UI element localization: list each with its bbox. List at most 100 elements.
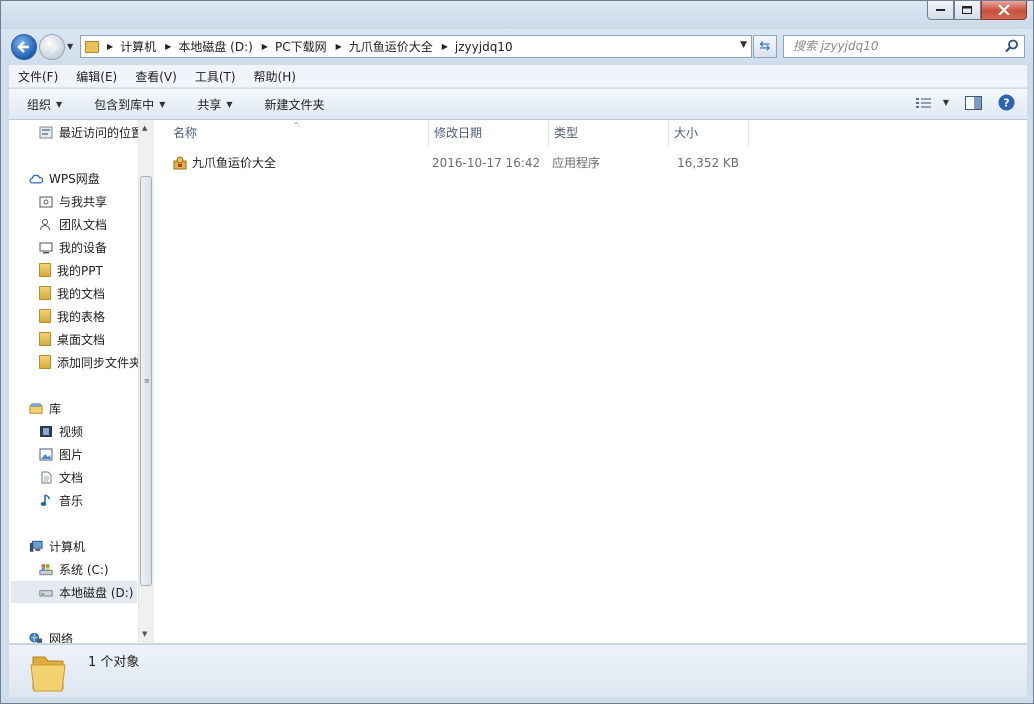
recent-pages-dropdown[interactable]: ▼ [67, 42, 73, 51]
grip-icon: ≡ [144, 377, 150, 385]
sidebar-item-label: 图片 [59, 447, 84, 462]
sidebar-item-my-devices[interactable]: 我的设备 [39, 236, 107, 258]
menu-view[interactable]: 查看(V) [126, 68, 186, 85]
column-header-name[interactable]: ⌃ 名称 [155, 120, 429, 147]
search-input[interactable]: 搜索 jzyyjdq10 [783, 35, 1025, 58]
sidebar-item-label: 文档 [59, 470, 84, 485]
sidebar-item-drive-c[interactable]: 系统 (C:) [39, 558, 109, 580]
sidebar-item-add-sync-folder[interactable]: 添加同步文件夹 [39, 351, 141, 373]
title-bar [1, 1, 1033, 29]
recent-places-icon [39, 126, 53, 138]
close-button[interactable] [981, 1, 1027, 20]
organize-button[interactable]: 组织 ▼ [9, 96, 76, 113]
breadcrumb-segment[interactable]: PC下载网 [275, 38, 327, 55]
column-header-size[interactable]: 大小 [669, 120, 749, 147]
folder-icon [39, 286, 51, 300]
sidebar-scrollbar[interactable]: ▲ ≡ ▼ [138, 120, 153, 643]
menu-file[interactable]: 文件(F) [9, 68, 67, 85]
forward-button[interactable] [39, 34, 65, 60]
sidebar-item-label: 我的PPT [57, 263, 103, 278]
sidebar-item-recent[interactable]: 最近访问的位置 [39, 121, 143, 143]
scroll-up-icon[interactable]: ▲ [142, 124, 147, 132]
chevron-right-icon[interactable]: ▶ [336, 42, 342, 51]
include-in-library-button[interactable]: 包含到库中 ▼ [76, 96, 179, 113]
system-drive-icon [39, 563, 53, 575]
sidebar-item-music[interactable]: 音乐 [39, 489, 83, 511]
new-folder-button[interactable]: 新建文件夹 [247, 96, 339, 113]
include-library-label: 包含到库中 [94, 97, 155, 112]
sidebar-item-documents[interactable]: 文档 [39, 466, 83, 488]
sidebar-item-desktop-docs[interactable]: 桌面文档 [39, 328, 105, 350]
share-button[interactable]: 共享 ▼ [179, 96, 246, 113]
maximize-button[interactable] [954, 1, 981, 20]
sidebar-item-videos[interactable]: 视频 [39, 420, 83, 442]
sidebar-item-label: 音乐 [59, 493, 84, 508]
sidebar-item-my-sheets[interactable]: 我的表格 [39, 305, 105, 327]
chevron-right-icon[interactable]: ▶ [442, 42, 448, 51]
sidebar-item-pictures[interactable]: 图片 [39, 443, 83, 465]
menu-bar: 文件(F) 编辑(E) 查看(V) 工具(T) 帮助(H) [9, 65, 1027, 88]
breadcrumb-segment[interactable]: 计算机 [120, 38, 156, 55]
chevron-right-icon[interactable]: ▶ [262, 42, 268, 51]
sidebar-item-my-docs[interactable]: 我的文档 [39, 282, 105, 304]
sidebar-item-label: 我的文档 [57, 286, 106, 301]
file-size: 16,352 KB [677, 156, 739, 170]
maximize-icon [962, 5, 972, 14]
menu-edit[interactable]: 编辑(E) [67, 68, 126, 85]
menu-help[interactable]: 帮助(H) [245, 68, 305, 85]
sidebar-item-label: 桌面文档 [57, 332, 106, 347]
minimize-icon [935, 9, 945, 11]
menu-tools[interactable]: 工具(T) [186, 68, 245, 85]
address-history-dropdown[interactable]: ▼ [740, 40, 747, 50]
sidebar-item-network[interactable]: 网络 [29, 627, 73, 643]
toolbar-right-group: ▼ ? [915, 94, 1015, 111]
navigation-pane: 最近访问的位置 WPS网盘 与我共享 团队文档 我的设备 我的PPT 我的文档 … [9, 120, 154, 643]
new-folder-label: 新建文件夹 [264, 97, 325, 112]
sidebar-item-label: 最近访问的位置 [59, 125, 144, 140]
file-row[interactable]: 九爪鱼运价大全 2016-10-17 16:42 应用程序 16,352 KB [165, 152, 745, 174]
sidebar-item-label: 库 [49, 401, 62, 416]
sidebar-item-libraries[interactable]: 库 [29, 397, 61, 419]
preview-pane-icon[interactable] [965, 95, 982, 110]
breadcrumb-segment[interactable]: 九爪鱼运价大全 [349, 38, 433, 55]
change-view-button[interactable]: ▼ [915, 97, 949, 109]
sidebar-item-label: 网络 [49, 631, 74, 644]
breadcrumb-segment[interactable]: 本地磁盘 (D:) [178, 38, 252, 55]
sidebar-item-drive-d[interactable]: 本地磁盘 (D:) [11, 581, 137, 603]
back-button[interactable] [11, 34, 37, 60]
sidebar-item-team-docs[interactable]: 团队文档 [39, 213, 107, 235]
breadcrumb-segment[interactable]: jzyyjdq10 [455, 40, 513, 54]
computer-icon [29, 540, 43, 552]
file-modified: 2016-10-17 16:42 [432, 156, 541, 170]
sidebar-item-wps[interactable]: WPS网盘 [29, 167, 100, 189]
chevron-right-icon[interactable]: ▶ [165, 42, 171, 51]
minimize-button[interactable] [927, 1, 954, 20]
picture-icon [39, 448, 53, 460]
forward-arrow-icon [47, 41, 59, 53]
refresh-button[interactable]: ⇆ [753, 35, 777, 58]
sidebar-item-my-ppt[interactable]: 我的PPT [39, 259, 103, 281]
folder-icon [39, 263, 51, 277]
address-bar[interactable]: ▶ 计算机 ▶ 本地磁盘 (D:) ▶ PC下载网 ▶ 九爪鱼运价大全 ▶ jz… [80, 35, 752, 58]
folder-icon [39, 332, 51, 346]
search-icon[interactable] [1005, 39, 1019, 53]
column-header-modified[interactable]: 修改日期 [429, 120, 549, 147]
network-icon [29, 632, 43, 643]
help-icon[interactable]: ? [998, 94, 1015, 111]
chevron-right-icon[interactable]: ▶ [107, 42, 113, 51]
column-header-label: 大小 [674, 126, 699, 140]
file-type: 应用程序 [552, 156, 601, 170]
column-header-type[interactable]: 类型 [549, 120, 669, 147]
sidebar-item-shared-with-me[interactable]: 与我共享 [39, 190, 107, 212]
cloud-icon [29, 174, 43, 184]
organize-label: 组织 [27, 97, 52, 112]
scrollbar-thumb[interactable]: ≡ [140, 176, 152, 586]
column-header-label: 类型 [554, 126, 579, 140]
details-view-icon [915, 97, 931, 108]
sidebar-item-label: 我的表格 [57, 309, 106, 324]
sidebar-item-label: WPS网盘 [49, 171, 100, 186]
folder-icon [85, 40, 99, 53]
scroll-down-icon[interactable]: ▼ [142, 630, 147, 638]
shared-icon [39, 196, 53, 207]
sidebar-item-computer[interactable]: 计算机 [29, 535, 85, 557]
